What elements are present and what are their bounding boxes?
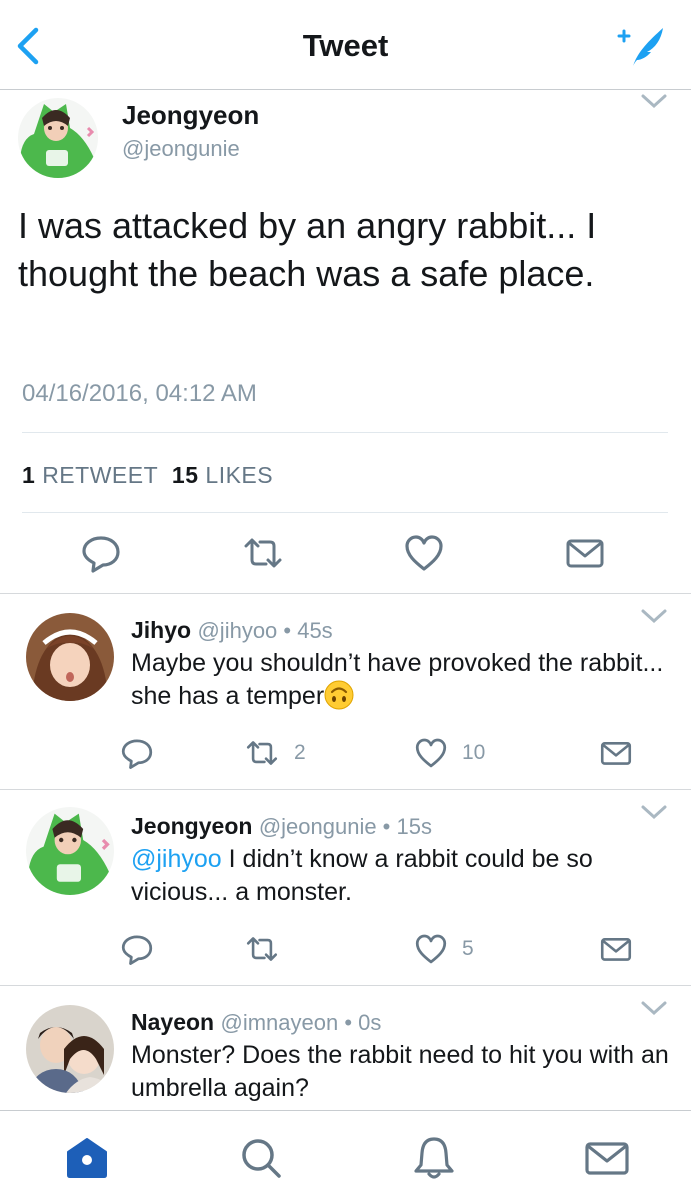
mention-link[interactable]: @jihyoo bbox=[131, 845, 222, 873]
likes-count: 15 bbox=[171, 462, 199, 488]
tab-bar bbox=[0, 1110, 691, 1200]
like-icon bbox=[415, 934, 447, 964]
messages-icon[interactable] bbox=[584, 1135, 630, 1181]
direct-message-icon[interactable] bbox=[564, 532, 606, 574]
compose-tweet-icon[interactable] bbox=[615, 24, 667, 70]
upside-down-face-emoji bbox=[324, 680, 354, 710]
author-name[interactable]: Jeongyeon bbox=[131, 813, 252, 839]
reply-header: Nayeon @imnayeon • 0s bbox=[131, 1009, 381, 1036]
tweet-stats[interactable]: 1 RETWEET 15 LIKES bbox=[22, 462, 273, 489]
avatar[interactable] bbox=[26, 1005, 114, 1093]
like-icon[interactable] bbox=[403, 532, 445, 574]
search-icon[interactable] bbox=[238, 1135, 284, 1181]
author-meta: @imnayeon • 0s bbox=[220, 1010, 382, 1035]
like-count: 5 bbox=[462, 937, 474, 960]
notifications-icon[interactable] bbox=[411, 1135, 457, 1181]
reply-tweet[interactable]: Nayeon @imnayeon • 0s Monster? Does the … bbox=[0, 987, 691, 1110]
retweet-action[interactable]: 2 bbox=[244, 735, 306, 771]
reply-text: Monster? Does the rabbit need to hit you… bbox=[131, 1041, 669, 1102]
retweet-label: RETWEET bbox=[42, 462, 159, 488]
avatar[interactable] bbox=[18, 98, 98, 178]
author-name[interactable]: Jihyo bbox=[131, 617, 191, 643]
direct-message-icon bbox=[600, 741, 632, 765]
chevron-down-icon[interactable] bbox=[640, 803, 668, 821]
like-icon bbox=[415, 738, 447, 768]
reply-header: Jeongyeon @jeongunie • 15s bbox=[131, 813, 432, 840]
avatar[interactable] bbox=[26, 613, 114, 701]
like-action[interactable]: 5 bbox=[414, 931, 474, 967]
author-name[interactable]: Jeongyeon bbox=[122, 100, 259, 131]
author-name[interactable]: Nayeon bbox=[131, 1009, 214, 1035]
like-count: 10 bbox=[462, 741, 486, 764]
navigation-bar: Tweet bbox=[0, 0, 691, 90]
retweet-icon bbox=[246, 937, 278, 961]
home-icon[interactable] bbox=[64, 1135, 110, 1181]
reply-text: @jihyoo I didn’t know a rabbit could be … bbox=[131, 843, 671, 909]
reply-icon bbox=[121, 739, 153, 769]
author-meta: @jeongunie • 15s bbox=[258, 814, 432, 839]
reply-text-content: Maybe you shouldn’t have provoked the ra… bbox=[131, 649, 664, 710]
likes-label: LIKES bbox=[205, 462, 274, 488]
author-handle[interactable]: @jeongunie bbox=[122, 136, 240, 162]
retweet-action[interactable] bbox=[244, 931, 280, 967]
divider bbox=[22, 432, 668, 433]
chevron-down-icon[interactable] bbox=[640, 999, 668, 1017]
main-tweet: Jeongyeon @jeongunie I was attacked by a… bbox=[0, 90, 691, 594]
retweet-icon bbox=[246, 741, 278, 765]
author-meta: @jihyoo • 45s bbox=[197, 618, 333, 643]
avatar-image bbox=[18, 98, 98, 178]
like-action[interactable]: 10 bbox=[414, 735, 485, 771]
retweet-icon[interactable] bbox=[242, 532, 284, 574]
tweet-text: I was attacked by an angry rabbit... I t… bbox=[18, 205, 597, 294]
reply-text: Maybe you shouldn’t have provoked the ra… bbox=[131, 647, 671, 713]
divider bbox=[22, 512, 668, 513]
retweet-count: 1 bbox=[22, 462, 36, 488]
reply-icon bbox=[121, 935, 153, 965]
avatar-image bbox=[26, 1005, 114, 1093]
reply-action[interactable] bbox=[120, 735, 154, 771]
direct-message-icon bbox=[600, 937, 632, 961]
dm-action[interactable] bbox=[598, 735, 634, 771]
reply-header: Jihyo @jihyoo • 45s bbox=[131, 617, 333, 644]
reply-tweet[interactable]: Jeongyeon @jeongunie • 15s @jihyoo I did… bbox=[0, 791, 691, 986]
avatar-image bbox=[26, 807, 114, 895]
reply-action[interactable] bbox=[120, 931, 154, 967]
reply-icon[interactable] bbox=[80, 532, 122, 574]
reply-tweet[interactable]: Jihyo @jihyoo • 45s Maybe you shouldn’t … bbox=[0, 595, 691, 790]
retweet-count: 2 bbox=[294, 741, 306, 764]
chevron-down-icon[interactable] bbox=[640, 92, 668, 110]
dm-action[interactable] bbox=[598, 931, 634, 967]
page-title: Tweet bbox=[302, 28, 389, 63]
avatar[interactable] bbox=[26, 807, 114, 895]
avatar-image bbox=[26, 613, 114, 701]
chevron-down-icon[interactable] bbox=[640, 607, 668, 625]
tweet-timestamp: 04/16/2016, 04:12 AM bbox=[22, 380, 257, 407]
